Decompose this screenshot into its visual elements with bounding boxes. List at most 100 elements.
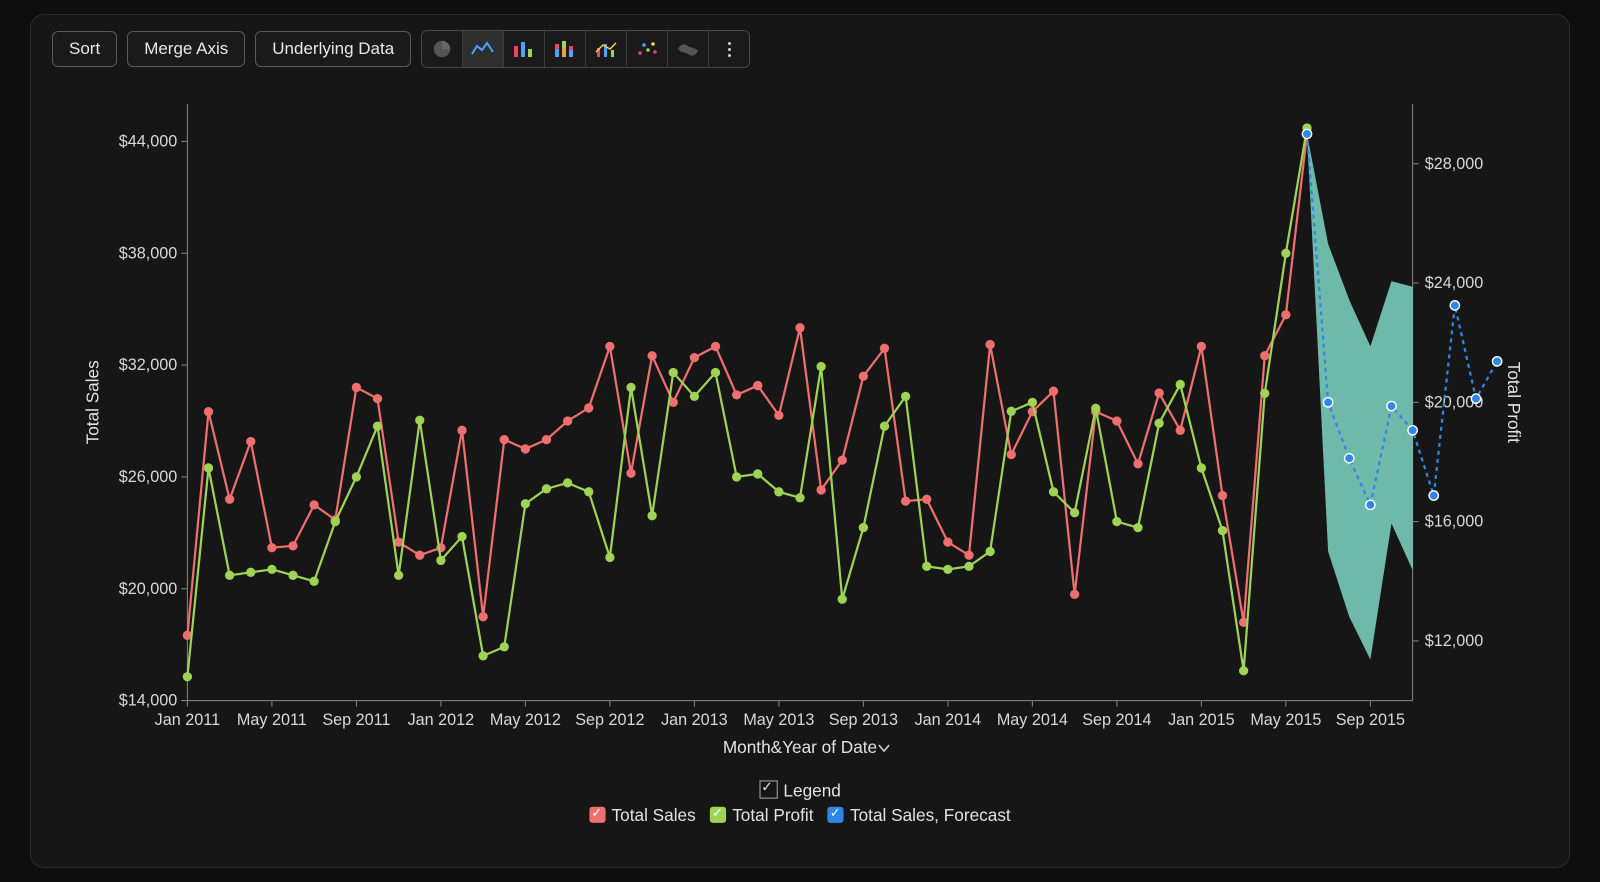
data-point[interactable]: [985, 340, 994, 349]
data-point[interactable]: [1176, 380, 1185, 389]
data-point[interactable]: [500, 435, 509, 444]
data-point[interactable]: [563, 416, 572, 425]
data-point[interactable]: [1007, 407, 1016, 416]
data-point[interactable]: [838, 595, 847, 604]
data-point[interactable]: [753, 469, 762, 478]
data-point[interactable]: [1387, 401, 1396, 410]
data-point[interactable]: [964, 562, 973, 571]
sort-button[interactable]: Sort: [52, 31, 117, 67]
data-point[interactable]: [288, 571, 297, 580]
line-icon[interactable]: [463, 31, 504, 67]
data-point[interactable]: [1323, 398, 1332, 407]
data-point[interactable]: [288, 541, 297, 550]
data-point[interactable]: [1492, 357, 1501, 366]
data-point[interactable]: [331, 517, 340, 526]
data-point[interactable]: [1154, 388, 1163, 397]
data-point[interactable]: [1133, 523, 1142, 532]
legend-item-label[interactable]: Total Sales, Forecast: [850, 806, 1011, 825]
data-point[interactable]: [352, 472, 361, 481]
data-point[interactable]: [922, 562, 931, 571]
data-point[interactable]: [542, 435, 551, 444]
data-point[interactable]: [859, 523, 868, 532]
data-point[interactable]: [373, 422, 382, 431]
data-point[interactable]: [943, 537, 952, 546]
data-point[interactable]: [880, 344, 889, 353]
data-point[interactable]: [1028, 398, 1037, 407]
data-point[interactable]: [838, 455, 847, 464]
legend-checkbox[interactable]: [759, 780, 777, 798]
scatter-icon[interactable]: [627, 31, 668, 67]
stacked-bar-icon[interactable]: [545, 31, 586, 67]
combo-bar-icon[interactable]: [586, 31, 627, 67]
data-point[interactable]: [1070, 590, 1079, 599]
data-point[interactable]: [352, 383, 361, 392]
data-point[interactable]: [985, 547, 994, 556]
data-point[interactable]: [500, 642, 509, 651]
data-point[interactable]: [478, 651, 487, 660]
data-point[interactable]: [1429, 491, 1438, 500]
data-point[interactable]: [1302, 129, 1311, 138]
data-point[interactable]: [1049, 387, 1058, 396]
data-point[interactable]: [901, 496, 910, 505]
data-point[interactable]: [1112, 416, 1121, 425]
data-point[interactable]: [1471, 394, 1480, 403]
data-point[interactable]: [922, 495, 931, 504]
data-point[interactable]: [436, 556, 445, 565]
data-point[interactable]: [246, 437, 255, 446]
data-point[interactable]: [690, 353, 699, 362]
data-point[interactable]: [183, 672, 192, 681]
data-point[interactable]: [1197, 463, 1206, 472]
data-point[interactable]: [605, 342, 614, 351]
legend-swatch[interactable]: [828, 807, 844, 823]
data-point[interactable]: [1112, 517, 1121, 526]
data-point[interactable]: [267, 565, 276, 574]
map-icon[interactable]: [668, 31, 709, 67]
data-point[interactable]: [584, 487, 593, 496]
data-point[interactable]: [1176, 426, 1185, 435]
data-point[interactable]: [669, 368, 678, 377]
data-point[interactable]: [795, 323, 804, 332]
data-point[interactable]: [774, 411, 783, 420]
data-point[interactable]: [795, 493, 804, 502]
merge-axis-button[interactable]: Merge Axis: [127, 31, 245, 67]
data-point[interactable]: [1281, 310, 1290, 319]
data-point[interactable]: [1197, 342, 1206, 351]
data-point[interactable]: [880, 422, 889, 431]
data-point[interactable]: [943, 565, 952, 574]
data-point[interactable]: [774, 487, 783, 496]
data-point[interactable]: [478, 612, 487, 621]
data-point[interactable]: [626, 469, 635, 478]
data-point[interactable]: [309, 577, 318, 586]
data-point[interactable]: [373, 394, 382, 403]
data-point[interactable]: [1218, 526, 1227, 535]
bar-icon[interactable]: [504, 31, 545, 67]
data-point[interactable]: [542, 484, 551, 493]
data-point[interactable]: [563, 478, 572, 487]
data-point[interactable]: [732, 472, 741, 481]
data-point[interactable]: [1450, 301, 1459, 310]
data-point[interactable]: [204, 463, 213, 472]
data-point[interactable]: [246, 568, 255, 577]
data-point[interactable]: [225, 571, 234, 580]
data-point[interactable]: [647, 511, 656, 520]
data-point[interactable]: [1070, 508, 1079, 517]
data-point[interactable]: [1408, 426, 1417, 435]
data-point[interactable]: [394, 571, 403, 580]
data-point[interactable]: [1091, 404, 1100, 413]
data-point[interactable]: [1154, 419, 1163, 428]
data-point[interactable]: [225, 495, 234, 504]
data-point[interactable]: [1260, 351, 1269, 360]
data-point[interactable]: [690, 392, 699, 401]
data-point[interactable]: [309, 500, 318, 509]
data-point[interactable]: [605, 553, 614, 562]
more-icon[interactable]: [709, 31, 749, 67]
data-point[interactable]: [1281, 249, 1290, 258]
data-point[interactable]: [457, 426, 466, 435]
legend-item-label[interactable]: Total Profit: [732, 806, 813, 825]
data-point[interactable]: [901, 392, 910, 401]
pie-icon[interactable]: [422, 31, 463, 67]
data-point[interactable]: [964, 551, 973, 560]
legend-item-label[interactable]: Total Sales: [612, 806, 696, 825]
x-axis-title[interactable]: Month&Year of Date: [723, 737, 877, 757]
data-point[interactable]: [415, 416, 424, 425]
